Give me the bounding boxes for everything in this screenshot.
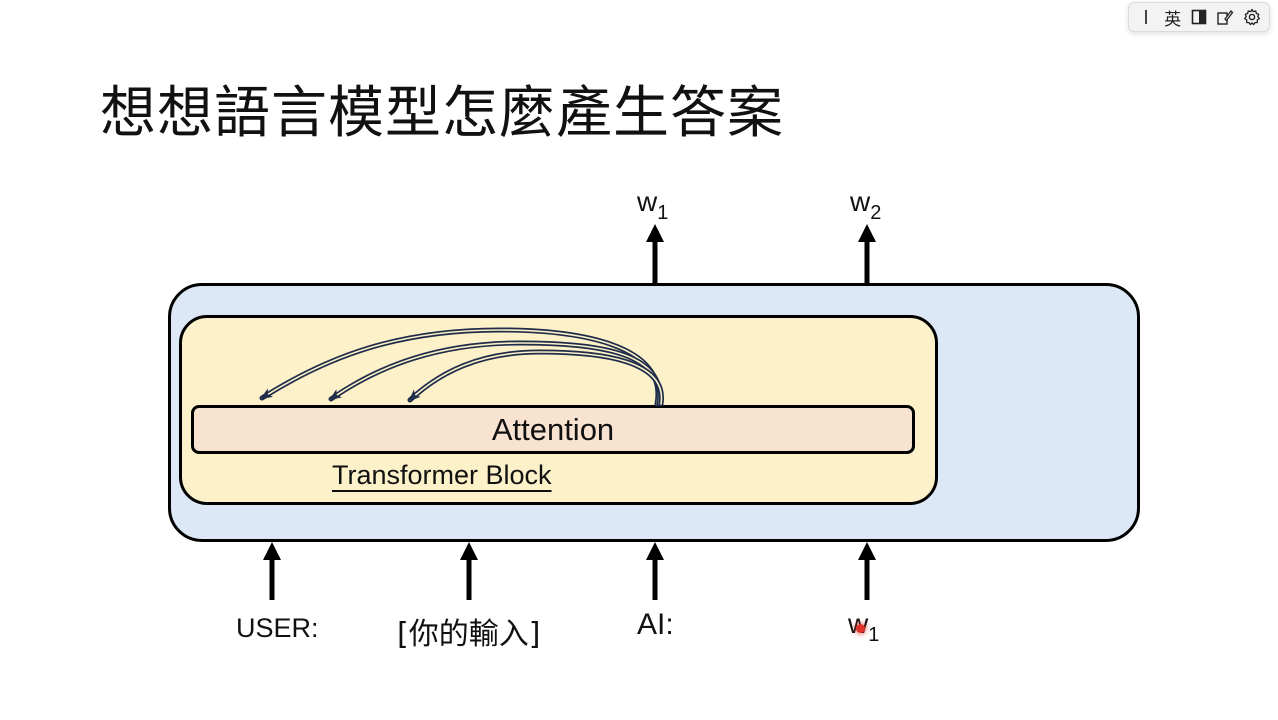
output-arrow-w2 xyxy=(858,224,876,283)
input-arrow-ai xyxy=(646,542,664,600)
output-label-w2: w2 xyxy=(850,186,882,224)
input-arrow-user xyxy=(263,542,281,600)
attention-arrows xyxy=(259,327,664,407)
attention-arrow-to-ai xyxy=(407,349,664,407)
output-arrow-w1 xyxy=(646,224,664,283)
output-label-w1: w1 xyxy=(637,186,669,224)
input-label-user: USER: xyxy=(236,613,319,643)
attention-arrow-to-input xyxy=(328,340,663,407)
input-label-your-input: [你的輸入] xyxy=(397,617,541,652)
input-arrow-your-input xyxy=(460,542,478,600)
input-arrow-w1 xyxy=(858,542,876,600)
input-label-ai: AI: xyxy=(637,608,674,641)
laser-pointer-cursor xyxy=(856,624,865,633)
